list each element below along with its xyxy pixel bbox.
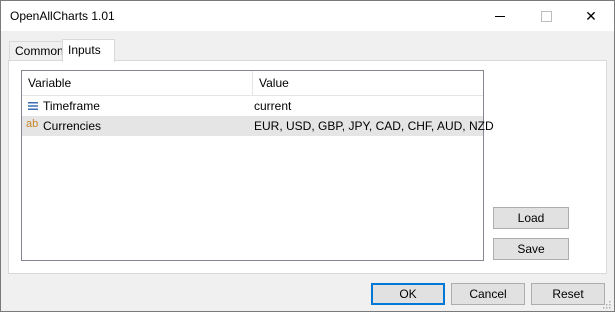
table-row[interactable]: Timeframe current — [22, 96, 483, 116]
save-button[interactable]: Save — [493, 238, 569, 260]
column-header-value[interactable]: Value — [253, 71, 289, 95]
table-row[interactable]: ab Currencies EUR, USD, GBP, JPY, CAD, C… — [22, 116, 494, 136]
maximize-button[interactable] — [523, 1, 569, 31]
variable-name: Currencies — [43, 119, 102, 133]
inputs-panel: Variable Value Timeframe current ab Curr… — [8, 60, 607, 274]
window-title: OpenAllCharts 1.01 — [10, 9, 115, 23]
variable-value[interactable]: EUR, USD, GBP, JPY, CAD, CHF, AUD, NZD — [254, 116, 494, 136]
inputs-grid: Variable Value Timeframe current ab Curr… — [21, 70, 494, 261]
tab-inputs[interactable]: Inputs — [62, 39, 115, 62]
close-button[interactable]: ✕ — [568, 1, 614, 31]
cancel-button[interactable]: Cancel — [451, 283, 525, 305]
dialog-window: OpenAllCharts 1.01 ✕ Common Inputs Varia… — [0, 0, 615, 312]
ok-button[interactable]: OK — [371, 283, 445, 305]
reset-button[interactable]: Reset — [531, 283, 605, 305]
string-type-icon: ab — [26, 118, 39, 130]
grid-header: Variable Value — [22, 71, 483, 96]
tab-common[interactable]: Common — [9, 41, 67, 61]
variable-value[interactable]: current — [254, 96, 291, 116]
maximize-icon — [540, 10, 552, 22]
close-icon: ✕ — [585, 8, 597, 24]
variable-name: Timeframe — [43, 99, 100, 113]
timeframe-icon — [28, 102, 38, 110]
load-button[interactable]: Load — [493, 207, 569, 229]
column-header-variable[interactable]: Variable — [22, 71, 253, 95]
resize-grip-icon[interactable] — [601, 299, 611, 309]
minimize-button[interactable] — [477, 1, 523, 31]
minimize-icon — [495, 15, 505, 17]
title-bar[interactable]: OpenAllCharts 1.01 ✕ — [1, 1, 614, 31]
